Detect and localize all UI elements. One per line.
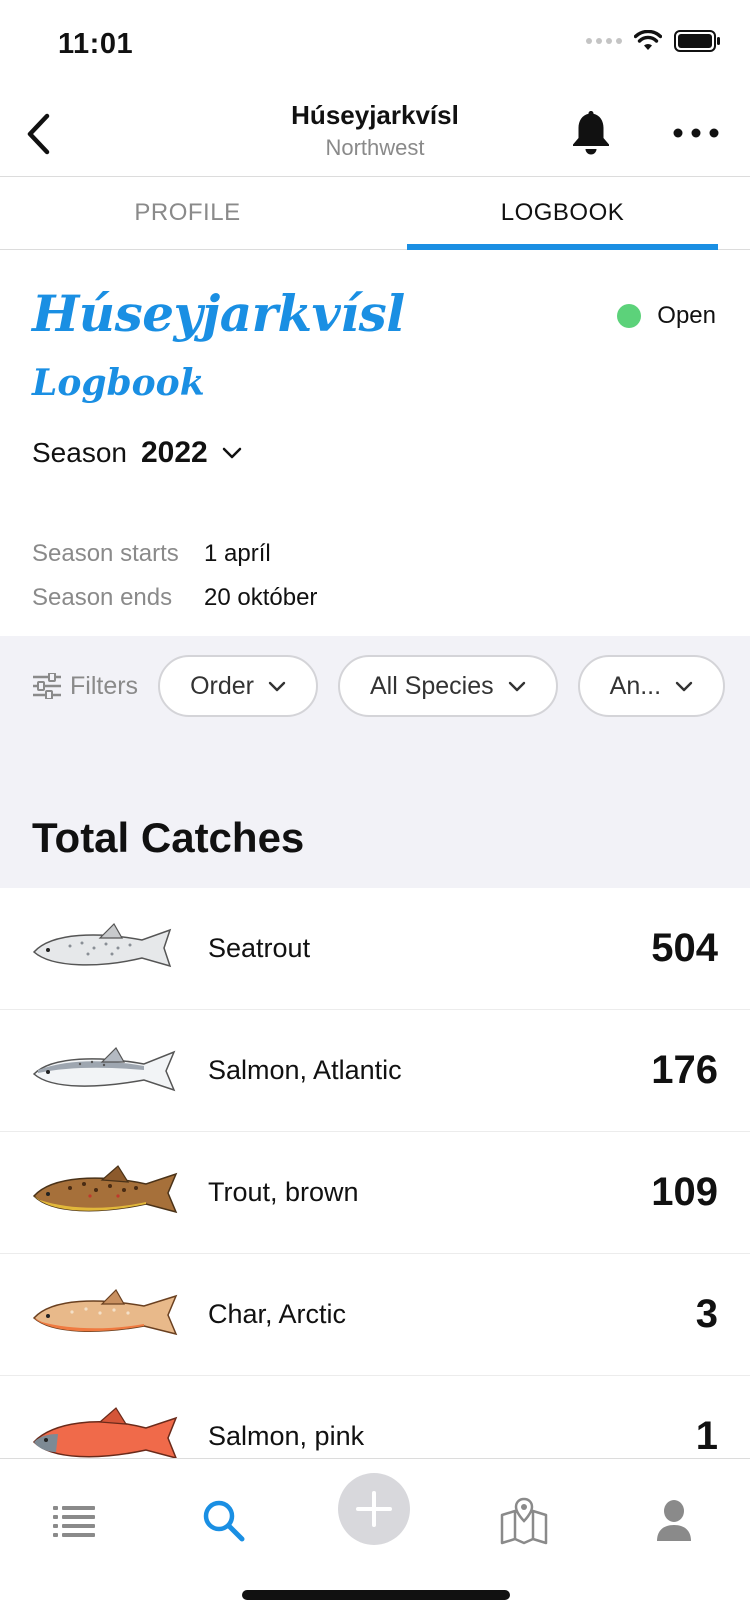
catch-name: Trout, brown [208,1177,359,1207]
nav-titles: Húseyjarkvísl Northwest [175,100,575,161]
list-item[interactable]: Char, Arctic 3 [0,1254,750,1376]
catch-count: 176 [651,1048,718,1092]
tab-profile[interactable]: PROFILE [0,177,375,249]
back-button[interactable] [14,106,62,162]
pink-salmon-fish-icon [32,1406,178,1458]
season-starts-row: Season starts 1 apríl [32,532,317,576]
season-value: 2022 [140,436,208,469]
catch-name: Salmon, pink [208,1421,365,1451]
chevron-down-icon [268,681,286,691]
status-icons [586,30,722,52]
battery-icon [674,30,720,52]
season-ends-row: Season ends 20 október [32,576,317,620]
filter-section: Filters Order All Species An... Total Ca… [0,636,750,888]
add-catch-button[interactable] [338,1473,410,1545]
river-title: Húseyjarkvísl [32,284,405,343]
atlantic-salmon-fish-icon [32,1046,176,1091]
catch-count: 3 [695,1292,718,1336]
season-starts-label: Season starts [32,540,179,567]
profile-icon [657,1500,691,1541]
map-tab[interactable] [488,1485,560,1557]
page-title: Húseyjarkvísl [291,100,459,130]
third-filter-pill[interactable]: An... [577,655,726,717]
sliders-icon [33,673,61,699]
catch-count: 1 [695,1414,718,1458]
list-icon [53,1506,95,1537]
chevron-down-icon [508,681,525,691]
logbook-subtitle: Logbook [32,362,205,404]
add-icon [356,1491,392,1527]
species-filter-pill[interactable]: All Species [337,655,558,717]
total-catches-heading: Total Catches [32,814,305,861]
season-label: Season [32,437,127,468]
filters-label: Filters [70,671,139,700]
tab-profile-label: PROFILE [134,199,241,226]
bell-icon [573,111,609,155]
more-horizontal-icon [673,128,719,138]
list-item[interactable]: Seatrout 504 [0,888,750,1010]
seatrout-fish-icon [32,922,172,967]
map-icon [500,1497,548,1545]
status-text: Open [657,302,716,329]
season-starts-value: 1 apríl [204,540,271,567]
list-item[interactable]: Salmon, Atlantic 176 [0,1010,750,1132]
order-filter-label: Order [190,671,254,700]
status-bar: 11:01 [0,0,750,92]
wifi-icon [634,30,662,50]
catch-count: 504 [651,926,718,970]
open-status-dot [617,304,642,328]
search-tab[interactable] [188,1485,260,1557]
status-badge: Open [617,302,716,330]
notifications-button[interactable] [566,104,616,160]
more-options-button[interactable] [668,108,724,158]
search-icon [203,1500,245,1542]
tab-logbook[interactable]: LOGBOOK [375,177,750,250]
order-filter-pill[interactable]: Order [158,655,318,717]
list-item[interactable]: Salmon, pink 1 [0,1376,750,1458]
list-item[interactable]: Trout, brown 109 [0,1132,750,1254]
catch-name: Char, Arctic [208,1299,347,1329]
tab-logbook-label: LOGBOOK [500,199,625,226]
signal-icon [586,38,622,44]
catch-name: Seatrout [208,933,311,963]
brown-trout-fish-icon [32,1164,178,1213]
page-subtitle: Northwest [325,135,425,160]
home-indicator [242,1590,510,1600]
catch-count: 109 [651,1170,718,1214]
chevron-down-icon [675,681,693,691]
season-ends-label: Season ends [32,584,173,611]
filters-button[interactable]: Filters [32,672,138,701]
catch-name: Salmon, Atlantic [208,1055,402,1085]
arctic-char-fish-icon [32,1288,178,1335]
season-selector[interactable]: Season 2022 [32,436,242,470]
status-time: 11:01 [58,28,134,60]
season-ends-value: 20 október [204,584,318,611]
nav-header: Húseyjarkvísl Northwest [0,92,750,178]
chevron-down-icon [222,447,241,459]
profile-tab[interactable] [638,1485,710,1557]
catch-list: Seatrout 504 Salmon, Atlantic 176 Trout,… [0,888,750,1458]
season-dates: Season starts 1 apríl Season ends 20 okt… [32,532,317,620]
logbook-hero: Húseyjarkvísl Logbook Open Season 2022 S… [0,250,750,636]
list-tab[interactable] [38,1485,110,1557]
species-filter-label: All Species [369,671,494,700]
tab-bar-top: PROFILE LOGBOOK [0,176,750,250]
third-filter-label: An... [609,671,662,700]
chevron-left-icon [27,113,50,155]
filters-row: Filters Order All Species An... [0,654,750,718]
